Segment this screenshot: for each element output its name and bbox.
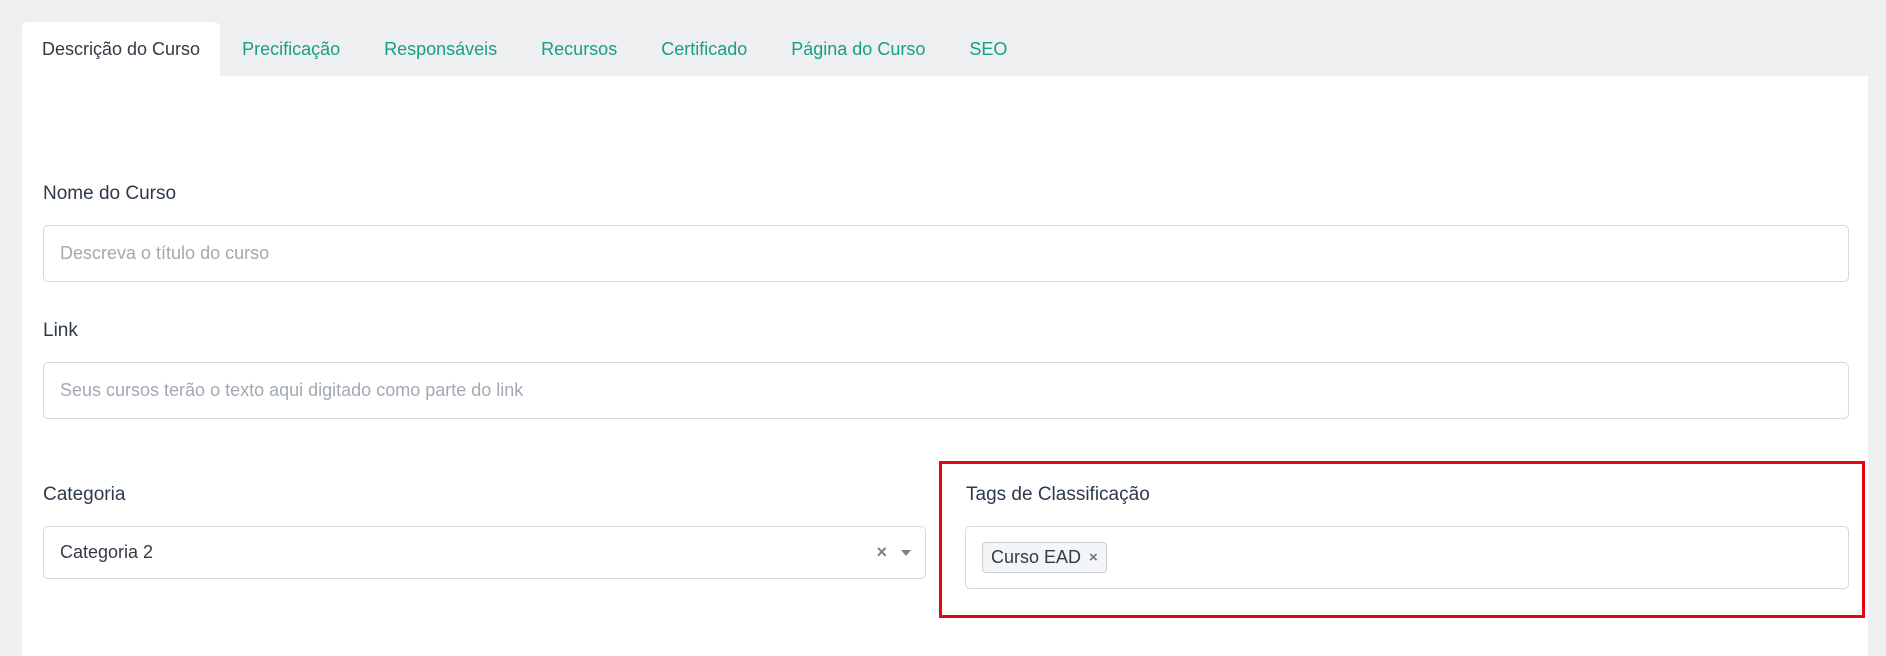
tab-precificacao[interactable]: Precificação	[220, 22, 362, 76]
tab-recursos[interactable]: Recursos	[519, 22, 639, 76]
category-label: Categoria	[43, 484, 126, 505]
tab-pagina-do-curso[interactable]: Página do Curso	[769, 22, 947, 76]
link-input[interactable]: Seus cursos terão o texto aqui digitado …	[43, 362, 1849, 419]
tab-responsaveis[interactable]: Responsáveis	[362, 22, 519, 76]
course-name-placeholder: Descreva o título do curso	[60, 243, 270, 263]
highlight-box	[939, 461, 1865, 618]
category-selected-value: Categoria 2	[60, 542, 154, 562]
link-placeholder: Seus cursos terão o texto aqui digitado …	[60, 380, 524, 400]
tab-bar: Descrição do Curso Precificação Responsá…	[22, 22, 1029, 76]
category-select[interactable]: Categoria 2 ×	[43, 526, 926, 579]
tab-certificado[interactable]: Certificado	[639, 22, 769, 76]
course-name-input[interactable]: Descreva o título do curso	[43, 225, 1849, 282]
clear-selection-icon[interactable]: ×	[876, 542, 887, 563]
tab-descricao-do-curso[interactable]: Descrição do Curso	[22, 22, 221, 76]
chevron-down-icon[interactable]	[901, 549, 911, 556]
link-label: Link	[43, 320, 78, 341]
tab-seo[interactable]: SEO	[947, 22, 1029, 76]
course-name-label: Nome do Curso	[43, 183, 177, 204]
